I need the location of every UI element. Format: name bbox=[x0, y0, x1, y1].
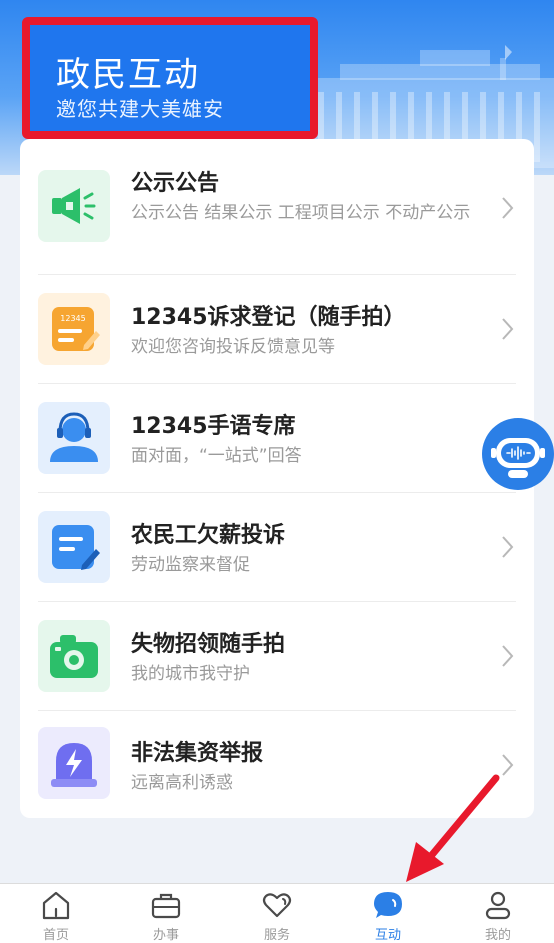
home-icon bbox=[42, 891, 70, 920]
item-desc: 我的城市我守护 bbox=[131, 664, 250, 684]
item-title: 12345手语专席 bbox=[131, 414, 296, 439]
list-item-lost-found[interactable]: 失物招领随手拍 我的城市我守护 bbox=[20, 602, 534, 711]
item-title: 非法集资举报 bbox=[131, 741, 264, 766]
briefcase-icon bbox=[151, 893, 181, 919]
tab-care[interactable]: 服务 bbox=[222, 884, 332, 943]
megaphone-icon bbox=[38, 170, 110, 242]
tab-profile[interactable]: 我的 bbox=[443, 884, 553, 943]
heart-icon bbox=[262, 893, 292, 918]
list-item-sign-language[interactable]: 12345手语专席 面对面，“一站式”回答 bbox=[20, 384, 534, 493]
item-title: 失物招领随手拍 bbox=[131, 632, 286, 657]
item-title: 12345诉求登记（随手拍） bbox=[131, 305, 406, 330]
item-desc: 欢迎您咨询投诉反馈意见等 bbox=[131, 337, 335, 357]
assistant-robot-button[interactable] bbox=[482, 418, 554, 490]
tab-interaction[interactable]: 互动 bbox=[333, 884, 443, 943]
chat-bubble-icon bbox=[374, 892, 402, 918]
chevron-right-icon bbox=[502, 645, 514, 667]
chevron-right-icon bbox=[502, 536, 514, 558]
tab-label: 互动 bbox=[374, 928, 401, 943]
item-desc: 面对面，“一站式”回答 bbox=[131, 446, 302, 466]
chevron-right-icon bbox=[502, 197, 514, 219]
note-12345-icon: 12345 bbox=[38, 293, 110, 365]
page-subtitle: 邀您共建大美雄安 bbox=[56, 97, 224, 121]
item-desc: 公示公告 结果公示 工程项目公示 不动产公示 bbox=[131, 203, 471, 223]
alarm-icon bbox=[38, 727, 110, 799]
robot-icon bbox=[491, 438, 545, 478]
document-edit-icon bbox=[38, 511, 110, 583]
list-item-announcement[interactable]: 公示公告 公示公告 结果公示 工程项目公示 不动产公示 bbox=[20, 139, 534, 275]
note-icon-text: 12345 bbox=[60, 314, 85, 323]
item-title: 农民工欠薪投诉 bbox=[131, 523, 286, 548]
tab-label: 首页 bbox=[42, 928, 69, 943]
item-title: 公示公告 bbox=[131, 171, 220, 196]
list-item-12345-report[interactable]: 12345 12345诉求登记（随手拍） 欢迎您咨询投诉反馈意见等 bbox=[20, 275, 534, 384]
person-icon bbox=[485, 891, 511, 920]
headset-agent-icon bbox=[38, 402, 110, 474]
tab-home[interactable]: 首页 bbox=[1, 884, 111, 943]
list-item-wage-complaint[interactable]: 农民工欠薪投诉 劳动监察来督促 bbox=[20, 493, 534, 602]
tab-label: 我的 bbox=[484, 928, 511, 943]
red-pointer-arrow-icon bbox=[406, 774, 500, 882]
item-desc: 劳动监察来督促 bbox=[131, 555, 250, 575]
tab-label: 办事 bbox=[152, 928, 179, 943]
service-list-card: 公示公告 公示公告 结果公示 工程项目公示 不动产公示 12345 12345诉… bbox=[20, 139, 534, 818]
tab-label: 服务 bbox=[263, 928, 290, 943]
tab-services[interactable]: 办事 bbox=[111, 884, 221, 943]
chevron-right-icon bbox=[502, 318, 514, 340]
camera-icon bbox=[38, 620, 110, 692]
page-title: 政民互动 bbox=[56, 55, 200, 95]
title-highlight-box: 政民互动 邀您共建大美雄安 bbox=[22, 17, 318, 139]
bottom-tab-bar: 首页 办事 服务 互动 我的 bbox=[0, 883, 554, 943]
